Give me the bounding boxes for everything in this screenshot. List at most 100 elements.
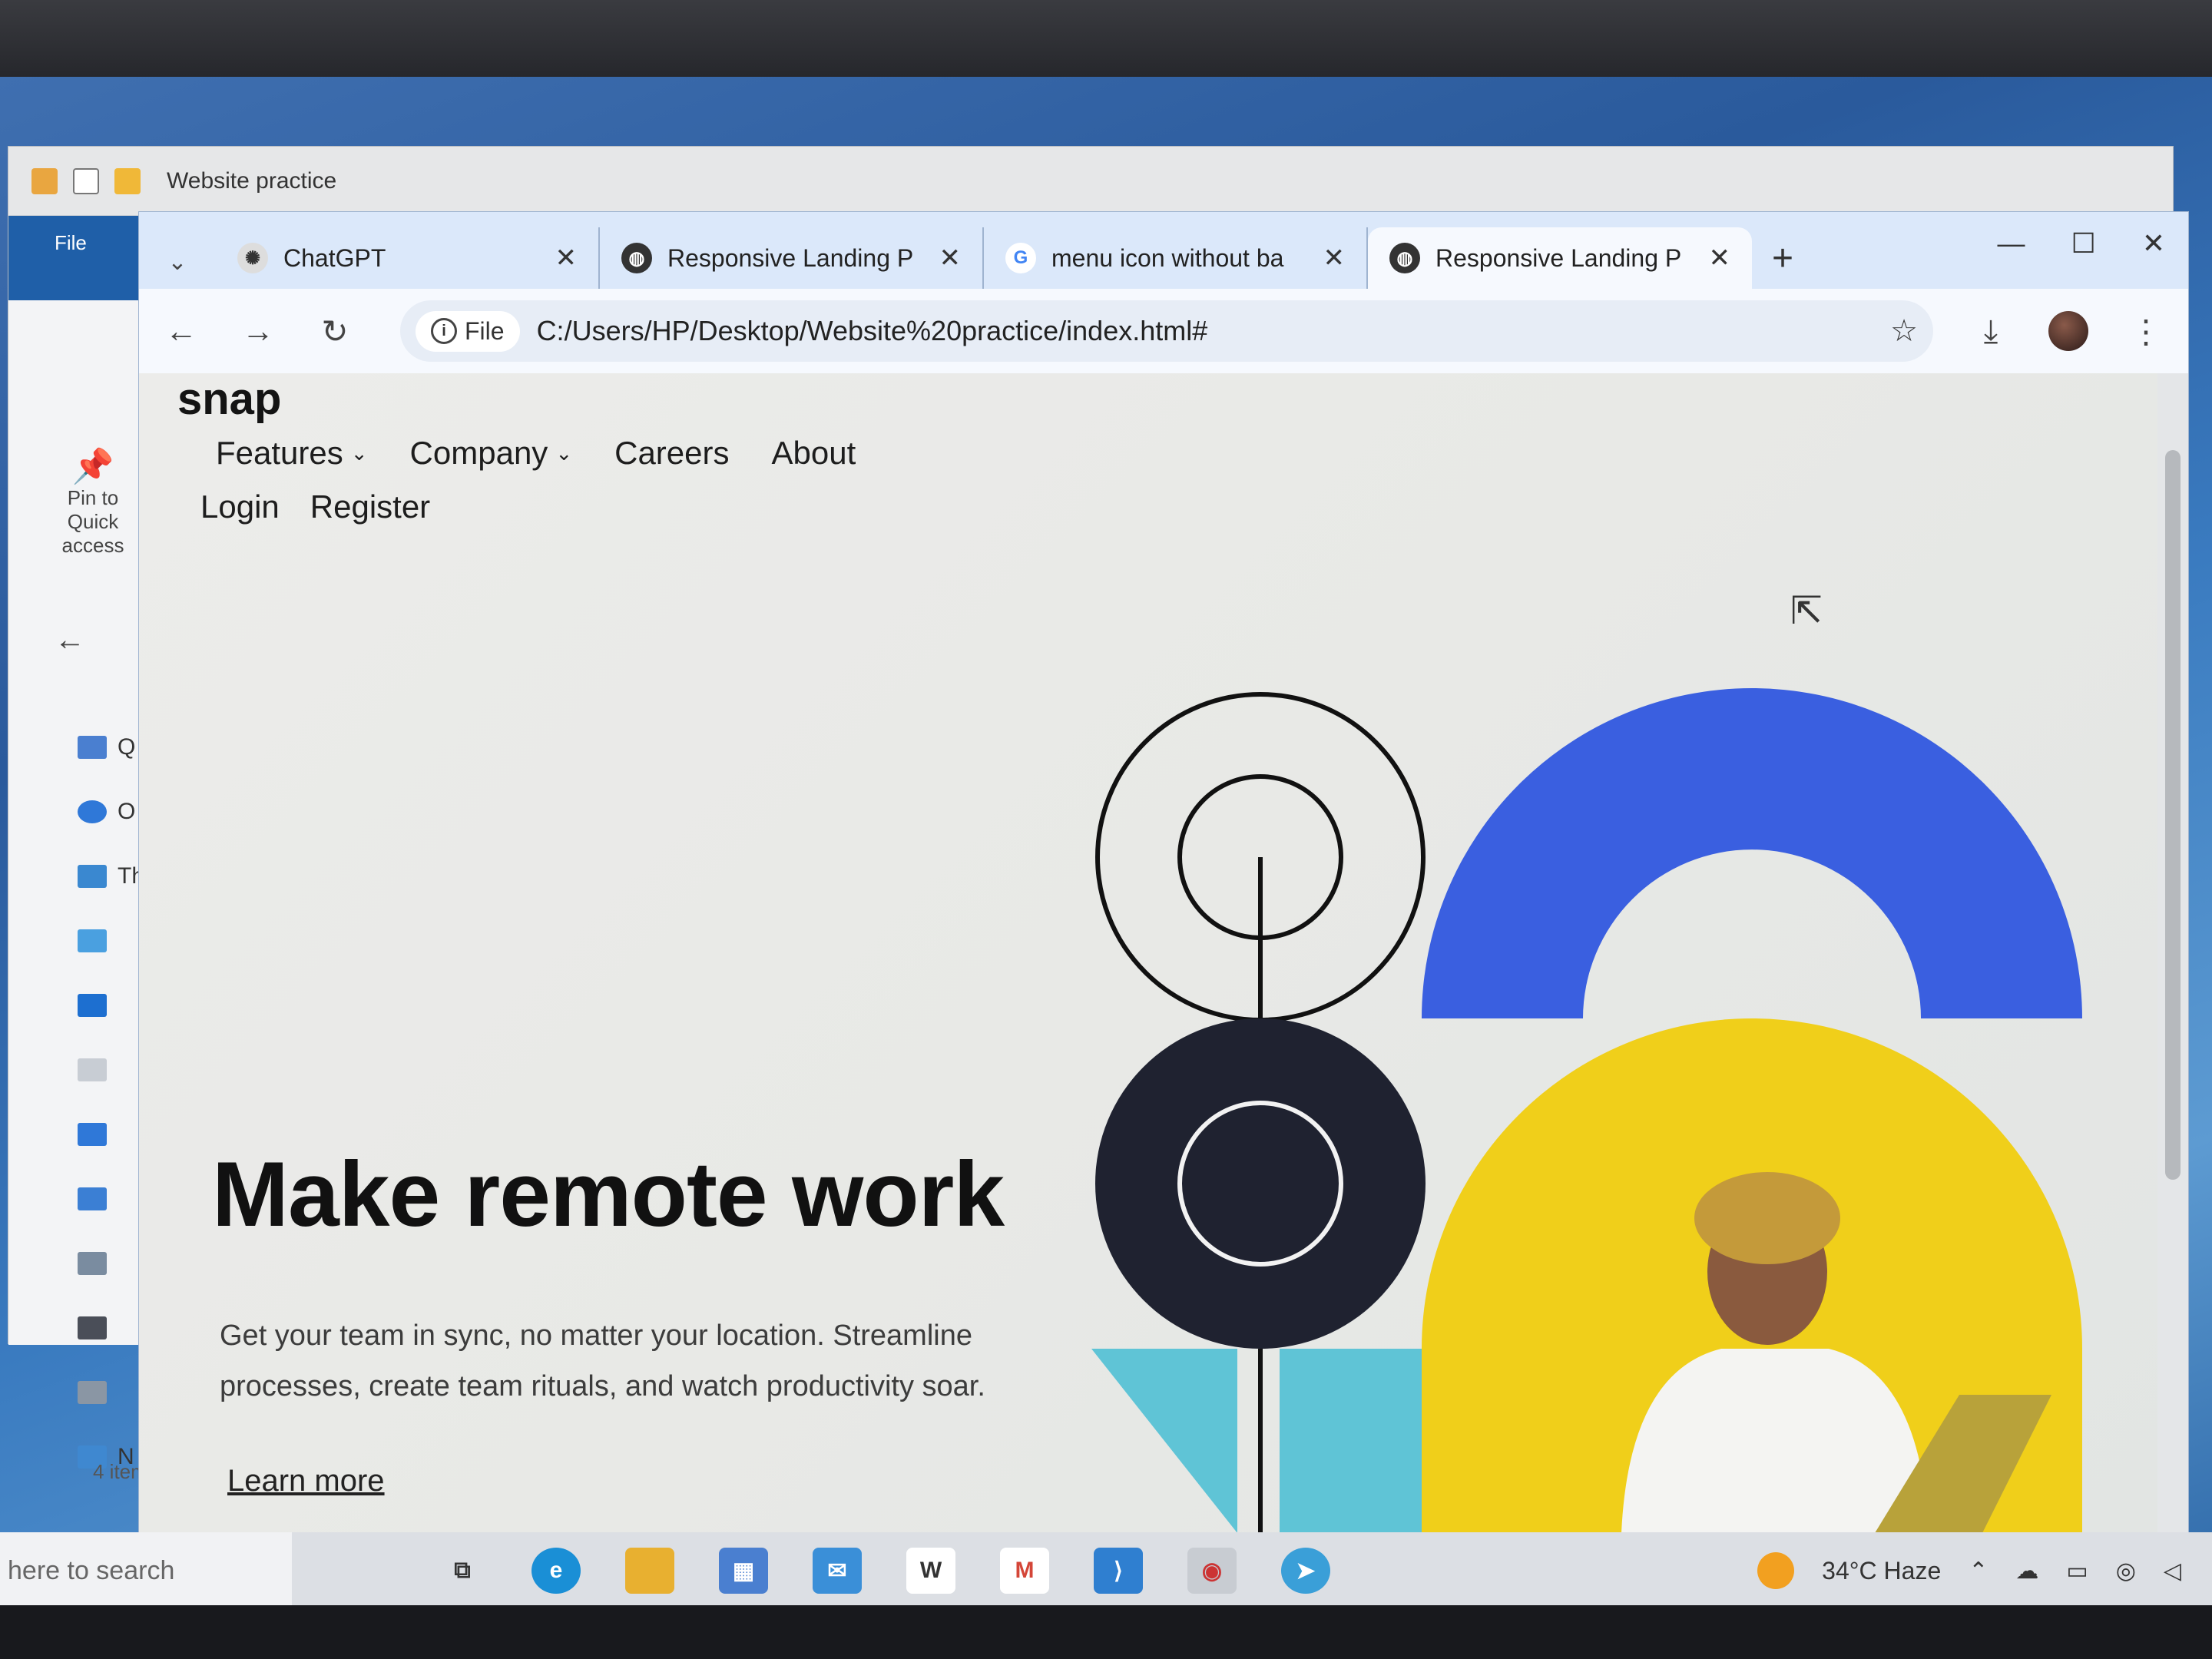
download-icon: [78, 1123, 107, 1146]
minimize-icon[interactable]: —: [1998, 227, 2025, 260]
side-item-3d-objects[interactable]: [78, 909, 144, 973]
explorer-file-tab[interactable]: File: [55, 231, 87, 255]
system-tray: 34°C Haze ⌃ ☁ ▭ ◎ ◁: [1757, 1532, 2181, 1609]
learn-more-link[interactable]: Learn more: [227, 1464, 385, 1498]
bookmark-star-icon[interactable]: ☆: [1890, 313, 1918, 349]
back-arrow-icon[interactable]: ←: [162, 313, 200, 349]
new-tab-button[interactable]: +: [1752, 227, 1813, 289]
info-icon: i: [431, 318, 457, 344]
maximize-icon[interactable]: ☐: [2071, 227, 2096, 260]
side-item-documents[interactable]: [78, 1038, 144, 1102]
download-icon[interactable]: ⤓: [1972, 313, 2010, 350]
explorer-back-button[interactable]: ←: [55, 623, 85, 657]
menu-dots-icon[interactable]: ⋮: [2127, 313, 2165, 350]
side-item-quick-access[interactable]: Q: [78, 715, 144, 780]
side-item-onedrive[interactable]: O: [78, 780, 144, 844]
tab-strip: ⌄ ✺ ChatGPT ✕ ◍ Responsive Landing P ✕ G…: [139, 212, 2188, 289]
close-window-icon[interactable]: ✕: [2142, 227, 2165, 260]
document-icon: [78, 1058, 107, 1081]
task-view-icon[interactable]: ⧉: [438, 1548, 487, 1594]
register-link[interactable]: Register: [310, 488, 430, 525]
explorer-side-list: Q O Th N: [78, 715, 144, 1489]
chevron-up-icon[interactable]: ⌃: [1969, 1558, 1988, 1584]
reload-icon[interactable]: ↻: [316, 313, 354, 350]
teal-triangle-left: [1091, 1349, 1237, 1533]
mail-icon[interactable]: ✉: [813, 1548, 862, 1594]
google-icon: G: [1005, 243, 1036, 273]
explorer-titlebar: Website practice: [8, 147, 2173, 216]
weather-text[interactable]: 34°C Haze: [1822, 1557, 1941, 1585]
profile-avatar[interactable]: [2048, 311, 2088, 351]
battery-icon[interactable]: ▭: [2066, 1558, 2088, 1584]
auth-links: Login Register: [200, 488, 430, 525]
tab-close-icon[interactable]: ✕: [1323, 243, 1346, 273]
dark-circle: [1095, 1018, 1426, 1349]
side-item-this-pc[interactable]: Th: [78, 844, 144, 909]
pin-to-quick-access-button[interactable]: 📌 Pin to Quick access: [39, 446, 147, 558]
globe-icon: ◍: [621, 243, 652, 273]
url-text[interactable]: C:/Users/HP/Desktop/Website%20practice/i…: [537, 315, 1874, 347]
music-icon: [78, 1187, 107, 1210]
side-item-videos[interactable]: [78, 1296, 144, 1360]
side-item-local-disk[interactable]: [78, 1360, 144, 1425]
toolbar-right: ⤓ ⋮: [1972, 311, 2165, 351]
folder-icon[interactable]: [31, 167, 58, 194]
scrollbar-thumb[interactable]: [2165, 450, 2181, 1180]
properties-icon[interactable]: [73, 167, 99, 194]
hero-illustration: [1091, 688, 2082, 1533]
page-viewport: snap Features ⌄ Company ⌄ Careers About Lo…: [139, 373, 2159, 1533]
nav-careers[interactable]: Careers: [614, 435, 729, 472]
chip-label: File: [465, 316, 505, 345]
monitor-bezel-bottom: [0, 1605, 2212, 1659]
windows-taskbar: here to search ⧉ e ▦ ✉ W M ⟩ ◉ ➤ 34°C Ha…: [0, 1532, 2212, 1609]
cloud-icon: [78, 800, 107, 823]
nav-about[interactable]: About: [772, 435, 856, 472]
file-explorer-icon[interactable]: [625, 1548, 674, 1594]
site-info-chip[interactable]: i File: [416, 310, 520, 352]
tab-close-icon[interactable]: ✕: [555, 243, 578, 273]
pin-label: Pin to Quick access: [61, 486, 124, 557]
address-bar[interactable]: i File C:/Users/HP/Desktop/Website%20pra…: [400, 300, 1933, 362]
nav-features[interactable]: Features ⌄: [216, 435, 368, 472]
login-link[interactable]: Login: [200, 488, 280, 525]
page-scrollbar[interactable]: [2157, 373, 2188, 1533]
side-item-downloads[interactable]: [78, 1102, 144, 1167]
network-icon[interactable]: ◎: [2116, 1558, 2136, 1584]
notification-icon[interactable]: ☁: [2015, 1558, 2038, 1584]
edge-icon[interactable]: e: [531, 1548, 581, 1594]
volume-icon[interactable]: ◁: [2164, 1558, 2181, 1584]
tab-close-icon[interactable]: ✕: [939, 243, 962, 273]
side-item-music[interactable]: [78, 1167, 144, 1231]
taskbar-search-box[interactable]: here to search: [0, 1532, 292, 1609]
tab-responsive-landing-1[interactable]: ◍ Responsive Landing P ✕: [600, 227, 984, 289]
wikipedia-icon[interactable]: W: [906, 1548, 955, 1594]
teal-block-right: [1280, 1349, 1422, 1533]
person-hair: [1694, 1172, 1840, 1264]
side-item-pictures[interactable]: [78, 1231, 144, 1296]
taskbar-apps: ⧉ e ▦ ✉ W M ⟩ ◉ ➤: [438, 1548, 1330, 1594]
vscode-icon[interactable]: ⟩: [1094, 1548, 1143, 1594]
blue-arch: [1422, 688, 2082, 1018]
chevron-down-icon: ⌄: [555, 441, 573, 465]
forward-arrow-icon[interactable]: →: [239, 313, 277, 349]
side-item-desktop[interactable]: [78, 973, 144, 1038]
new-folder-icon[interactable]: [114, 167, 141, 194]
chrome-icon[interactable]: ◉: [1187, 1548, 1237, 1594]
site-logo[interactable]: snap: [177, 373, 281, 425]
pin-icon: 📌: [71, 448, 114, 485]
explorer-title: Website practice: [167, 167, 337, 194]
tab-responsive-landing-active[interactable]: ◍ Responsive Landing P ✕: [1368, 227, 1752, 289]
tab-google-search[interactable]: G menu icon without ba ✕: [984, 227, 1368, 289]
telegram-icon[interactable]: ➤: [1281, 1548, 1330, 1594]
globe-icon: ◍: [1389, 243, 1420, 273]
gmail-icon[interactable]: M: [1000, 1548, 1049, 1594]
star-icon: [78, 736, 107, 759]
tab-close-icon[interactable]: ✕: [1709, 243, 1731, 273]
tab-chatgpt[interactable]: ✺ ChatGPT ✕: [216, 227, 600, 289]
store-icon[interactable]: ▦: [719, 1548, 768, 1594]
desktop-icon: [78, 994, 107, 1017]
main-nav: Features ⌄ Company ⌄ Careers About: [216, 435, 856, 472]
cube-icon: [78, 929, 107, 952]
tab-search-button[interactable]: ⌄: [154, 235, 200, 289]
nav-company[interactable]: Company ⌄: [410, 435, 573, 472]
